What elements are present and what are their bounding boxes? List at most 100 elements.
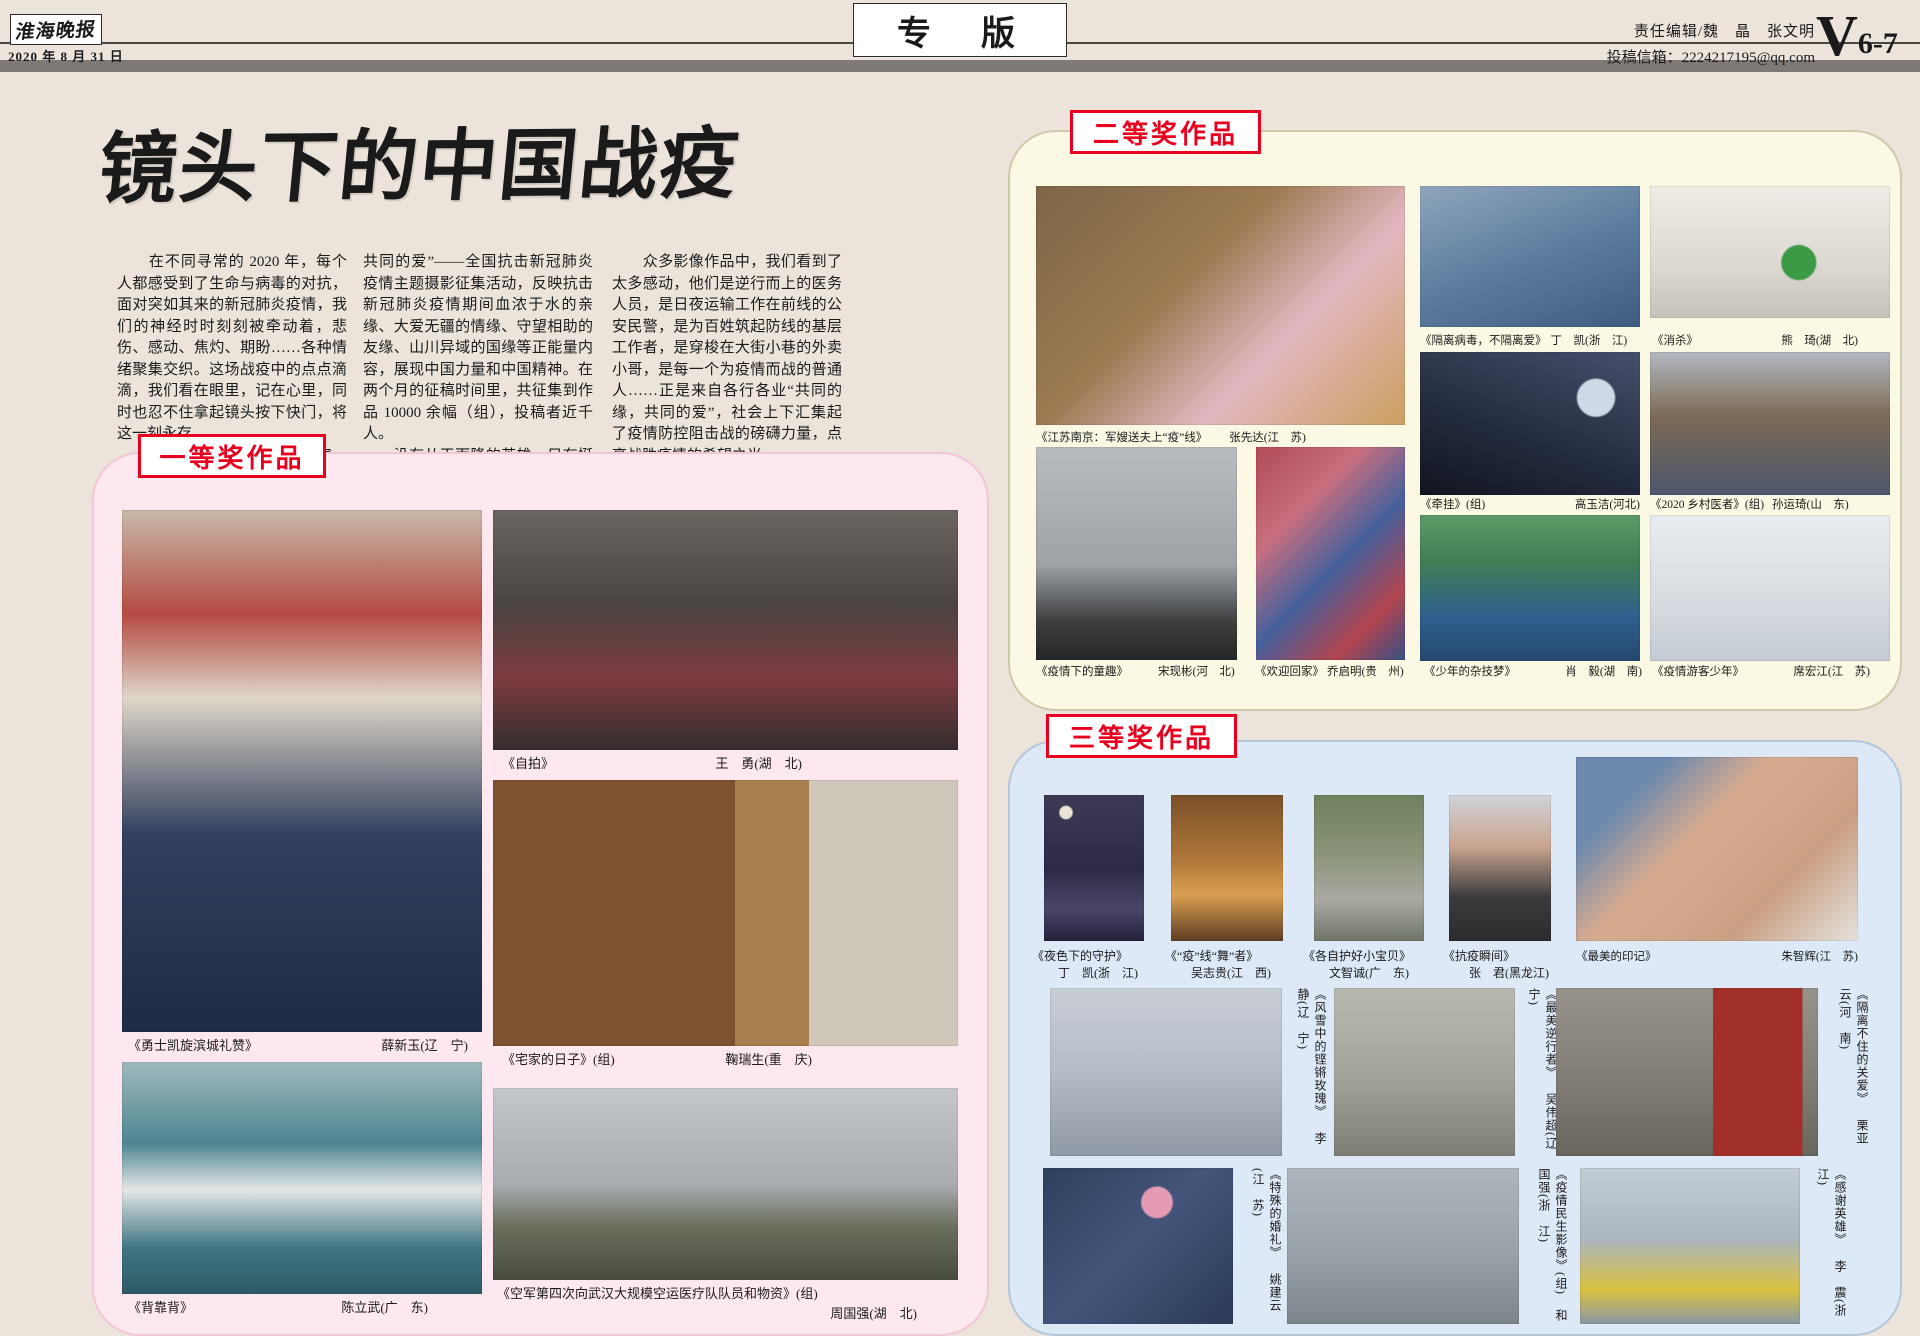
photo-protect-little-ones bbox=[1314, 795, 1424, 941]
caption-title: 《宅家的日子》(组) bbox=[502, 1052, 615, 1067]
masthead-title: 淮海晚报 bbox=[14, 15, 98, 45]
caption-beautiful-marks: 《最美的印记》 朱智辉(江 苏) bbox=[1576, 950, 1858, 965]
photo-epidemic-line-dancer bbox=[1171, 795, 1283, 941]
caption-warrior-return: 《勇士凯旋滨城礼赞》 薛新玉(辽 宁) bbox=[128, 1038, 468, 1053]
caption-credit: 宋现彬(河 北) bbox=[1158, 665, 1235, 680]
section-label-box: 专 版 bbox=[853, 3, 1067, 57]
caption-protect-little-ones: 《各自护好小宝贝》 文智诚(广 东) bbox=[1303, 948, 1445, 982]
photo-thank-you-heroes bbox=[1580, 1168, 1800, 1324]
caption-epidemic-livelihood-images: 《疫情民生影像》(组) 和国强(浙 江) bbox=[1523, 1168, 1569, 1324]
caption-thank-you-heroes: 《感谢英雄》 李 震(浙 江) bbox=[1804, 1168, 1848, 1324]
issue-date: 2020 年 8 月 31 日 bbox=[8, 46, 208, 65]
caption-credit: 丁 凯(浙 江) bbox=[1551, 334, 1628, 349]
photo-anti-epidemic-moment bbox=[1449, 795, 1551, 941]
page-number: V 6-7 bbox=[1816, 4, 1916, 64]
caption-title: 《感谢英雄》 bbox=[1833, 1168, 1847, 1246]
caption-credit: 熊 琦(湖 北) bbox=[1781, 334, 1858, 349]
photo-night-guardian bbox=[1044, 795, 1144, 941]
caption-soldier-farewell: 《江苏南京：军嫂送夫上“疫”线》 张先达(江 苏) bbox=[1036, 431, 1396, 446]
caption-title: 《空军第四次向武汉大规模空运医疗队队员和物资》(组) bbox=[497, 1286, 818, 1301]
caption-title: 《勇士凯旋滨城礼赞》 bbox=[128, 1038, 258, 1053]
caption-beautiful-rebel-traveler: 《最美逆行者》 吴伟超(辽 宁) bbox=[1519, 988, 1559, 1156]
caption-credit: 高玉洁(河北) bbox=[1575, 498, 1640, 513]
third-prize-tab: 三等奖作品 bbox=[1046, 714, 1237, 758]
caption-title: 《少年的杂技梦》 bbox=[1424, 665, 1516, 680]
caption-title: 《2020 乡村医者》(组) bbox=[1650, 498, 1764, 513]
caption-title: 《隔离病毒，不隔离爱》 bbox=[1420, 334, 1547, 349]
caption-welcome-home: 《欢迎回家》 乔启明(贵 州) bbox=[1255, 665, 1415, 680]
photo-beautiful-marks bbox=[1576, 757, 1858, 941]
caption-title: 《抗疫瞬间》 bbox=[1443, 948, 1571, 965]
caption-title: 《隔离不住的关爱》 bbox=[1855, 988, 1869, 1105]
caption-credit: 肖 毅(湖 南) bbox=[1565, 665, 1642, 680]
caption-title: 《欢迎回家》 bbox=[1255, 665, 1324, 680]
caption-days-at-home: 《宅家的日子》(组) 鞠瑞生(重 庆) bbox=[502, 1052, 812, 1067]
caption-disinfection: 《消杀》 熊 琦(湖 北) bbox=[1652, 334, 1858, 349]
photo-epidemic-livelihood-images bbox=[1287, 1168, 1519, 1324]
caption-missing-you: 《牵挂》(组) 高玉洁(河北) bbox=[1420, 498, 1640, 513]
page-number-v: V bbox=[1816, 8, 1858, 64]
caption-credit: 张 君(黑龙江) bbox=[1443, 965, 1571, 982]
photo-airforce-airlift bbox=[493, 1088, 958, 1280]
photo-welcome-home bbox=[1256, 447, 1405, 660]
photo-unstoppable-care bbox=[1556, 988, 1818, 1156]
editor-credit: 责任编辑/魏 晶 张文明 bbox=[1540, 20, 1815, 41]
caption-credit: 乔启明(贵 州) bbox=[1327, 665, 1404, 680]
article-column-2: 共同的爱”——全国抗击新冠肺炎疫情主题摄影征集活动，反映抗击新冠肺炎疫情期间血浓… bbox=[363, 252, 593, 447]
photo-soldier-farewell bbox=[1036, 186, 1405, 425]
caption-epidemic-line-dancer: 《“疫”线“舞”者》 吴志贵(江 西) bbox=[1165, 948, 1297, 982]
caption-credit: 陈立武(广 东) bbox=[341, 1300, 428, 1315]
caption-rural-doctor: 《2020 乡村医者》(组) 孙运琦(山 东) bbox=[1650, 498, 1895, 513]
caption-title: 《疫情游客少年》 bbox=[1652, 665, 1744, 680]
caption-credit: 鞠瑞生(重 庆) bbox=[725, 1052, 812, 1067]
caption-title: 《牵挂》(组) bbox=[1420, 498, 1485, 513]
caption-credit: 吴志贵(江 西) bbox=[1165, 965, 1297, 982]
caption-title: 《特殊的婚礼》 bbox=[1268, 1168, 1282, 1259]
caption-title: 《疫情下的童趣》 bbox=[1036, 665, 1128, 680]
caption-night-guardian: 《夜色下的守护》 丁 凯(浙 江) bbox=[1032, 948, 1164, 982]
masthead-logo: 淮海晚报 bbox=[10, 14, 102, 45]
caption-acrobat-dream: 《少年的杂技梦》 肖 毅(湖 南) bbox=[1424, 665, 1642, 680]
article-column-3: 众多影像作品中，我们看到了太多感动，他们是逆行而上的医务人员，是日夜运输工作在前… bbox=[612, 252, 842, 432]
caption-credit: 王 勇(湖 北) bbox=[715, 756, 802, 771]
photo-rural-doctor bbox=[1650, 352, 1890, 495]
newspaper-page: 淮海晚报 2020 年 8 月 31 日 专 版 责任编辑/魏 晶 张文明 投稿… bbox=[0, 0, 1920, 1336]
submission-mailbox: 投稿信箱：2224217195@qq.com bbox=[1540, 46, 1815, 67]
caption-credit: 朱智辉(江 苏) bbox=[1781, 950, 1858, 965]
caption-airforce-credit: 周国强(湖 北) bbox=[497, 1306, 917, 1321]
caption-title: 《最美的印记》 bbox=[1576, 950, 1657, 965]
photo-isolate-virus-not-love bbox=[1420, 186, 1640, 327]
second-prize-tab: 二等奖作品 bbox=[1070, 110, 1261, 154]
caption-title: 《夜色下的守护》 bbox=[1032, 948, 1164, 965]
photo-days-at-home bbox=[493, 780, 958, 1046]
caption-title: 《江苏南京：军嫂送夫上“疫”线》 bbox=[1036, 431, 1207, 446]
caption-anti-epidemic-moment: 《抗疫瞬间》 张 君(黑龙江) bbox=[1443, 948, 1571, 982]
caption-selfie: 《自拍》 王 勇(湖 北) bbox=[502, 756, 802, 771]
caption-credit: 文智诚(广 东) bbox=[1303, 965, 1445, 982]
photo-disinfection bbox=[1650, 186, 1890, 318]
caption-title: 《各自护好小宝贝》 bbox=[1303, 948, 1445, 965]
caption-unstoppable-care: 《隔离不住的关爱》 栗亚云(河 南) bbox=[1830, 988, 1870, 1156]
page-number-rest: 6-7 bbox=[1858, 24, 1898, 64]
photo-child-fun-epidemic bbox=[1036, 447, 1237, 660]
page-headline: 镜头下的中国战疫 bbox=[94, 101, 786, 222]
caption-special-wedding: 《特殊的婚礼》 姚建云(江 苏) bbox=[1239, 1168, 1283, 1324]
section-label: 专 版 bbox=[897, 6, 1023, 55]
photo-back-to-back bbox=[122, 1062, 482, 1294]
photo-roses-in-snow bbox=[1050, 988, 1282, 1156]
photo-acrobat-dream bbox=[1420, 515, 1640, 661]
first-prize-tab: 一等奖作品 bbox=[138, 434, 326, 478]
caption-credit: 丁 凯(浙 江) bbox=[1032, 965, 1164, 982]
photo-young-tourist bbox=[1650, 515, 1890, 661]
caption-credit: 薛新玉(辽 宁) bbox=[381, 1038, 468, 1053]
article-column-1: 在不同寻常的 2020 年，每个人都感受到了生命与病毒的对抗，面对突如其来的新冠… bbox=[117, 252, 347, 432]
caption-title: 《消杀》 bbox=[1652, 334, 1698, 349]
caption-young-tourist: 《疫情游客少年》 席宏江(江 苏) bbox=[1652, 665, 1870, 680]
photo-missing-you bbox=[1420, 352, 1640, 495]
caption-child-fun: 《疫情下的童趣》 宋现彬(河 北) bbox=[1036, 665, 1248, 680]
caption-back-to-back: 《背靠背》 陈立武(广 东) bbox=[128, 1300, 428, 1315]
caption-isolate-virus: 《隔离病毒，不隔离爱》 丁 凯(浙 江) bbox=[1420, 334, 1646, 349]
photo-beautiful-rebel-traveler bbox=[1334, 988, 1515, 1156]
photo-special-wedding bbox=[1043, 1168, 1233, 1324]
photo-selfie bbox=[493, 510, 958, 750]
